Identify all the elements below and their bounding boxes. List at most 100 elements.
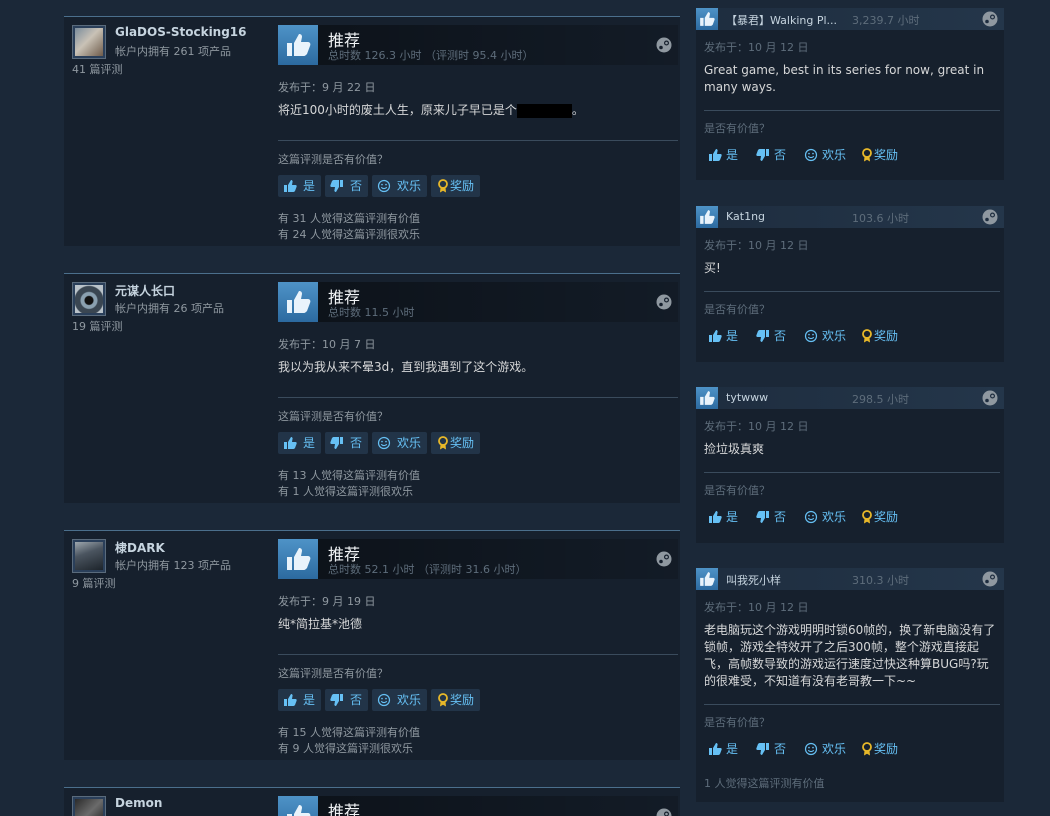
vote-funny-label: 欢乐 — [822, 148, 847, 162]
review-body: 推荐 总时数 11.5 小时 发布于：10 月 7 日 我以为我从来不晕3d，直… — [278, 282, 678, 498]
award-button[interactable]: 奖励 — [431, 432, 480, 454]
vote-yes-label: 是 — [726, 510, 739, 524]
award-button[interactable]: 奖励 — [856, 144, 906, 166]
products-owned[interactable]: 帐户内拥有 26 项产品 — [115, 300, 224, 316]
avatar[interactable] — [72, 25, 106, 59]
award-icon — [862, 148, 872, 162]
award-icon — [438, 693, 448, 707]
award-button[interactable]: 奖励 — [856, 738, 906, 760]
review-count[interactable]: 41 篇评测 — [72, 61, 123, 77]
reviewer-name[interactable]: 【暴君】Walking Pl... — [726, 12, 837, 28]
vote-funny-button[interactable]: 欢乐 — [372, 689, 427, 711]
reviewer-name[interactable]: Kat1ng — [726, 210, 765, 223]
avatar[interactable] — [72, 796, 106, 816]
vote-yes-label: 是 — [303, 436, 316, 450]
thumbs-up-icon — [696, 568, 718, 590]
helpful-question: 这篇评测是否有价值？ — [278, 153, 388, 166]
spoiler-redaction[interactable] — [516, 103, 572, 118]
vote-yes-label: 是 — [303, 179, 316, 193]
helpful-question: 是否有价值？ — [704, 484, 770, 497]
steam-icon — [656, 551, 672, 567]
vote-funny-button[interactable]: 欢乐 — [800, 506, 856, 528]
review-header[interactable]: tytwww 298.5 小时 — [696, 387, 1004, 409]
reviewer-name[interactable]: 元谋人长口 — [115, 282, 175, 299]
helpful-count: 有 15 人觉得这篇评测有价值 — [278, 726, 420, 739]
recommendation-header[interactable]: 推荐 总时数 52.1 小时 （评测时 31.6 小时） — [278, 539, 678, 579]
award-button[interactable]: 奖励 — [856, 506, 906, 528]
review-header[interactable]: 【暴君】Walking Pl... 3,239.7 小时 — [696, 8, 1004, 30]
review-text-part: 将近100小时的废土人生，原来儿子早已是个 — [278, 103, 517, 117]
vote-yes-button[interactable]: 是 — [704, 325, 746, 347]
vote-funny-button[interactable]: 欢乐 — [372, 175, 427, 197]
reviewer-name[interactable]: 棣DARK — [115, 539, 165, 556]
thumbs-up-icon — [284, 437, 297, 449]
steam-icon — [656, 294, 672, 310]
thumbs-down-icon — [756, 511, 769, 523]
products-owned[interactable]: 帐户内拥有 123 项产品 — [115, 557, 231, 573]
posted-date: 发布于：10 月 12 日 — [704, 601, 809, 614]
thumbs-up-icon — [696, 206, 718, 228]
avatar[interactable] — [72, 539, 106, 573]
vote-yes-button[interactable]: 是 — [278, 432, 321, 454]
reviewer-name[interactable]: 叫我死小样 — [726, 572, 781, 588]
helpful-count: 有 13 人觉得这篇评测有价值 — [278, 469, 420, 482]
products-owned[interactable]: 帐户内拥有 261 项产品 — [115, 43, 231, 59]
review-card-compact: 叫我死小样 310.3 小时 发布于：10 月 12 日 老电脑玩这个游戏明明时… — [696, 568, 1004, 802]
vote-funny-button[interactable]: 欢乐 — [800, 144, 856, 166]
review-body: 推荐 总时数 52.1 小时 （评测时 31.6 小时） 发布于：9 月 19 … — [278, 539, 678, 755]
posted-date: 发布于：10 月 7 日 — [278, 338, 376, 351]
vote-no-button[interactable]: 否 — [752, 506, 794, 528]
vote-yes-label: 是 — [726, 742, 739, 756]
review-text: 买! — [704, 261, 721, 275]
avatar[interactable] — [72, 282, 106, 316]
vote-funny-button[interactable]: 欢乐 — [800, 325, 856, 347]
vote-no-button[interactable]: 否 — [325, 175, 368, 197]
vote-no-label: 否 — [774, 742, 787, 756]
review-header[interactable]: 叫我死小样 310.3 小时 — [696, 568, 1004, 590]
vote-yes-button[interactable]: 是 — [278, 689, 321, 711]
review-header[interactable]: Kat1ng 103.6 小时 — [696, 206, 1004, 228]
review-card: Demon 推荐 — [64, 787, 680, 816]
vote-no-button[interactable]: 否 — [325, 689, 368, 711]
vote-no-button[interactable]: 否 — [325, 432, 368, 454]
vote-funny-button[interactable]: 欢乐 — [372, 432, 427, 454]
review-card-compact: Kat1ng 103.6 小时 发布于：10 月 12 日 买! 是否有价值？ … — [696, 206, 1004, 362]
vote-yes-button[interactable]: 是 — [278, 175, 321, 197]
vote-funny-label: 欢乐 — [397, 179, 422, 193]
vote-yes-button[interactable]: 是 — [704, 738, 746, 760]
award-button[interactable]: 奖励 — [431, 175, 480, 197]
helpful-stats: 有 31 人觉得这篇评测有价值 有 24 人觉得这篇评测很欢乐 — [278, 211, 420, 243]
review-count[interactable]: 9 篇评测 — [72, 575, 116, 591]
recommendation-header[interactable]: 推荐 总时数 11.5 小时 — [278, 282, 678, 322]
vote-no-button[interactable]: 否 — [752, 325, 794, 347]
steam-icon — [656, 37, 672, 53]
award-button[interactable]: 奖励 — [856, 325, 906, 347]
review-card-compact: tytwww 298.5 小时 发布于：10 月 12 日 捡垃圾真爽 是否有价… — [696, 387, 1004, 543]
vote-yes-label: 是 — [726, 148, 739, 162]
recommendation-header[interactable]: 推荐 总时数 126.3 小时 （评测时 95.4 小时） — [278, 25, 678, 65]
vote-yes-button[interactable]: 是 — [704, 506, 746, 528]
posted-date: 发布于：10 月 12 日 — [704, 420, 809, 433]
reviewer-name[interactable]: Demon — [115, 796, 162, 810]
recommendation-header[interactable]: 推荐 — [278, 796, 678, 816]
steam-icon — [982, 571, 998, 587]
thumbs-up-icon — [278, 796, 318, 816]
thumbs-up-icon — [284, 180, 297, 192]
vote-yes-button[interactable]: 是 — [704, 144, 746, 166]
vote-buttons: 是 否 欢乐 奖励 — [278, 432, 678, 454]
review-text: Great game, best in its series for now, … — [704, 63, 985, 94]
vote-no-button[interactable]: 否 — [752, 738, 794, 760]
vote-funny-label: 欢乐 — [397, 436, 422, 450]
review-count[interactable]: 19 篇评测 — [72, 318, 123, 334]
vote-funny-label: 欢乐 — [397, 693, 422, 707]
award-label: 奖励 — [874, 148, 899, 162]
award-button[interactable]: 奖励 — [431, 689, 480, 711]
recommendation-label: 推荐 — [328, 802, 361, 816]
vote-funny-label: 欢乐 — [822, 742, 847, 756]
posted-date: 发布于：9 月 19 日 — [278, 595, 376, 608]
vote-buttons: 是 否 欢乐 奖励 — [704, 144, 1004, 166]
reviewer-name[interactable]: GlaDOS-Stocking16 — [115, 25, 247, 39]
vote-no-button[interactable]: 否 — [752, 144, 794, 166]
vote-funny-button[interactable]: 欢乐 — [800, 738, 856, 760]
reviewer-name[interactable]: tytwww — [726, 391, 768, 404]
